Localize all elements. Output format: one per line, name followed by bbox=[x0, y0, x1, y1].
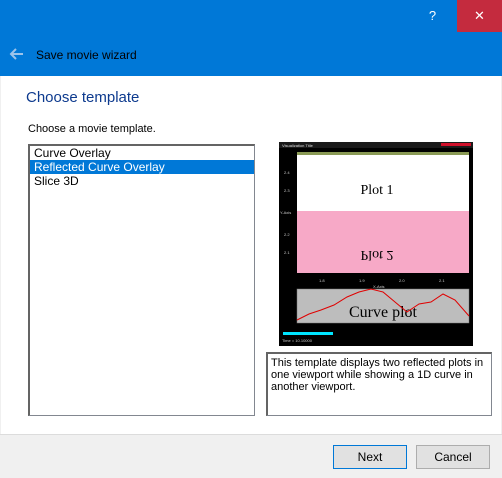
preview-red-marker bbox=[441, 143, 471, 146]
preview-plot1-label: Plot 1 bbox=[360, 183, 393, 198]
preview-ytick-4: 2.1 bbox=[284, 250, 290, 255]
next-button[interactable]: Next bbox=[333, 445, 407, 469]
close-button[interactable]: ✕ bbox=[457, 0, 502, 32]
save-movie-wizard-window: ? ✕ Save movie wizard Choose template Ch… bbox=[0, 0, 502, 478]
template-list[interactable]: Curve Overlay Reflected Curve Overlay Sl… bbox=[28, 144, 255, 416]
template-item-reflected-curve-overlay[interactable]: Reflected Curve Overlay bbox=[30, 160, 254, 174]
template-item-slice-3d[interactable]: Slice 3D bbox=[30, 174, 254, 188]
preview-xtick-1: 1.8 bbox=[319, 278, 325, 283]
preview-ytick-2: 2.3 bbox=[284, 188, 290, 193]
preview-plot2-label: Plot 2 bbox=[360, 247, 393, 262]
preview-time-slider bbox=[283, 332, 333, 335]
preview-xtick-4: 2.1 bbox=[439, 278, 445, 283]
template-preview-image: Visualization Title Plot 1 Plot 2 2.4 2.… bbox=[279, 142, 473, 346]
title-bar: ? ✕ Save movie wizard bbox=[0, 0, 502, 76]
preview-xtick-2: 1.9 bbox=[359, 278, 365, 283]
preview-time-label: Time = 10.10000 bbox=[282, 338, 313, 343]
preview-vis-title: Visualization Title bbox=[282, 143, 314, 148]
page-heading: Choose template bbox=[26, 89, 140, 106]
preview-plot2-area bbox=[297, 211, 469, 273]
wizard-title: Save movie wizard bbox=[36, 48, 137, 62]
template-description: This template displays two reflected plo… bbox=[266, 352, 492, 416]
instruction-label: Choose a movie template. bbox=[28, 123, 156, 135]
help-button[interactable]: ? bbox=[410, 0, 455, 32]
back-arrow-icon[interactable] bbox=[8, 45, 26, 63]
preview-curve-label: Curve plot bbox=[349, 304, 418, 321]
template-item-curve-overlay[interactable]: Curve Overlay bbox=[30, 146, 254, 160]
cancel-button[interactable]: Cancel bbox=[416, 445, 490, 469]
wizard-content: Choose template Choose a movie template.… bbox=[1, 76, 501, 434]
preview-x-axis-label: X-Axis bbox=[373, 284, 385, 289]
preview-xtick-3: 2.0 bbox=[399, 278, 405, 283]
preview-y-axis-label: Y-Axis bbox=[280, 210, 291, 215]
preview-ytick-1: 2.4 bbox=[284, 170, 290, 175]
preview-top-strip bbox=[297, 152, 469, 155]
wizard-footer: Next Cancel bbox=[0, 434, 502, 478]
preview-ytick-3: 2.2 bbox=[284, 232, 290, 237]
